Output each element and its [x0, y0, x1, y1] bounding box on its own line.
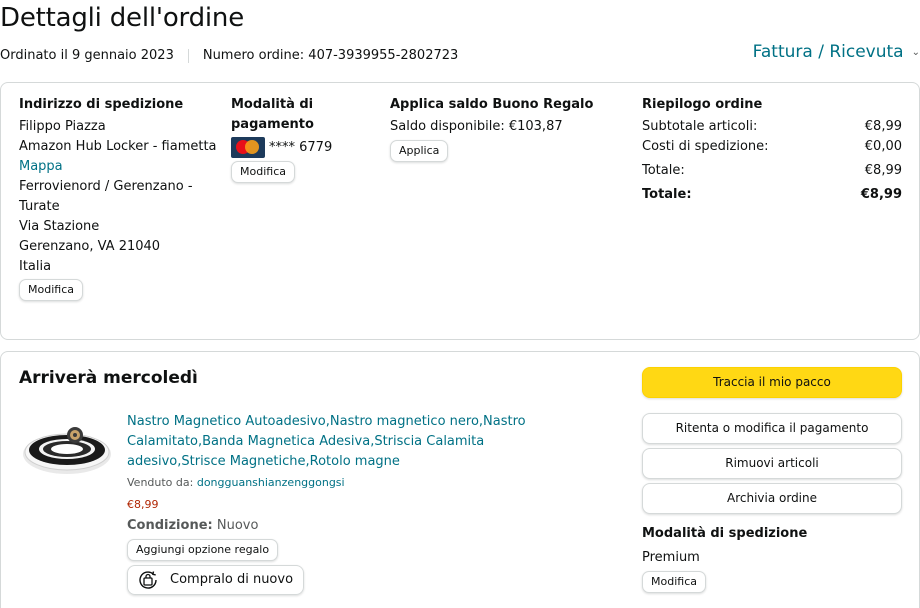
order-date: Ordinato il 9 gennaio 2023 [0, 48, 174, 63]
product-title-link[interactable]: Nastro Magnetico Autoadesivo,Nastro magn… [127, 412, 577, 472]
payment-heading: Modalità di pagamento [231, 97, 314, 132]
order-details-box: Indirizzo di spedizione Filippo Piazza A… [0, 82, 920, 340]
address-line: Gerenzano, VA 21040 [19, 239, 161, 254]
gift-card-section: Applica saldo Buono Regalo Saldo disponi… [390, 95, 620, 162]
order-summary-heading: Riepilogo ordine [642, 97, 763, 112]
apply-gift-button[interactable]: Applica [390, 140, 449, 162]
order-meta: Ordinato il 9 gennaio 2023 Numero ordine… [0, 48, 458, 63]
shipping-address-section: Indirizzo di spedizione Filippo Piazza A… [19, 95, 219, 301]
shipping-address-heading: Indirizzo di spedizione [19, 97, 184, 112]
invoice-label[interactable]: Fattura / Ricevuta [753, 42, 904, 62]
card-digits: **** 6779 [269, 139, 333, 155]
add-gift-option-button[interactable]: Aggiungi opzione regalo [127, 539, 279, 561]
summary-row: Costi di spedizione: €0,00 [642, 139, 902, 154]
gift-card-balance: Saldo disponibile: €103,87 [390, 119, 563, 134]
address-line: Amazon Hub Locker - fiametta [19, 139, 217, 154]
payment-section: Modalità di pagamento **** 6779 Modifica [231, 95, 371, 183]
magnetic-tape-roll-image[interactable] [21, 418, 113, 484]
buy-again-icon [139, 571, 157, 589]
summary-row: Totale: €8,99 [642, 163, 902, 178]
condition-label: Condizione: [127, 518, 213, 533]
invoice-dropdown[interactable]: Fattura / Ricevuta ⌄ [753, 42, 920, 62]
product-price: €8,99 [127, 498, 159, 511]
map-link[interactable]: Mappa [19, 157, 219, 177]
product-info: Nastro Magnetico Autoadesivo,Nastro magn… [127, 412, 577, 599]
condition-value: Nuovo [216, 518, 259, 533]
seller-link[interactable]: dongguanshianzenggongsi [197, 476, 345, 489]
edit-address-button[interactable]: Modifica [19, 279, 83, 301]
divider [187, 48, 189, 63]
shipping-method-value: Premium [642, 550, 700, 565]
edit-payment-button[interactable]: Modifica [231, 161, 295, 183]
address-line: Via Stazione [19, 219, 100, 234]
remove-items-button[interactable]: Rimuovi articoli [642, 448, 902, 479]
buy-again-label[interactable]: Compralo di nuovo [170, 570, 293, 590]
address-line: Turate [19, 199, 60, 214]
order-number: Numero ordine: 407-3939955-2802723 [202, 48, 459, 63]
address-country: Italia [19, 259, 52, 274]
archive-order-button[interactable]: Archivia ordine [642, 483, 902, 514]
chevron-down-icon[interactable]: ⌄ [912, 47, 920, 58]
order-summary-section: Riepilogo ordine Subtotale articoli: €8,9… [642, 95, 904, 205]
summary-row: Subtotale articoli: €8,99 [642, 119, 902, 134]
page-title: Dettagli dell'ordine [0, 3, 244, 33]
retry-payment-button[interactable]: Ritenta o modifica il pagamento [642, 413, 902, 444]
sold-by-label: Venduto da: [127, 476, 194, 489]
buy-again-button[interactable]: Compralo di nuovo [127, 565, 305, 595]
edit-shipping-method-button[interactable]: Modifica [642, 571, 706, 593]
address-line: Ferrovienord / Gerenzano - [19, 179, 193, 194]
shipment-actions: Traccia il mio pacco Ritenta o modifica … [642, 367, 902, 593]
track-package-button[interactable]: Traccia il mio pacco [642, 367, 902, 398]
summary-total-row: Totale: €8,99 [642, 187, 902, 202]
mastercard-icon [231, 137, 265, 158]
payment-card: **** 6779 [231, 137, 371, 158]
shipment-box: Arriverà mercoledì Nastro Magnetico Auto… [0, 351, 920, 608]
seller-line: Venduto da: dongguanshianzenggongsi [127, 473, 577, 493]
recipient-name: Filippo Piazza [19, 119, 106, 134]
gift-card-heading: Applica saldo Buono Regalo [390, 97, 594, 112]
delivery-status: Arriverà mercoledì [19, 368, 198, 388]
condition-line: Condizione: Nuovo [127, 516, 577, 536]
shipping-method-heading: Modalità di spedizione [642, 526, 808, 541]
